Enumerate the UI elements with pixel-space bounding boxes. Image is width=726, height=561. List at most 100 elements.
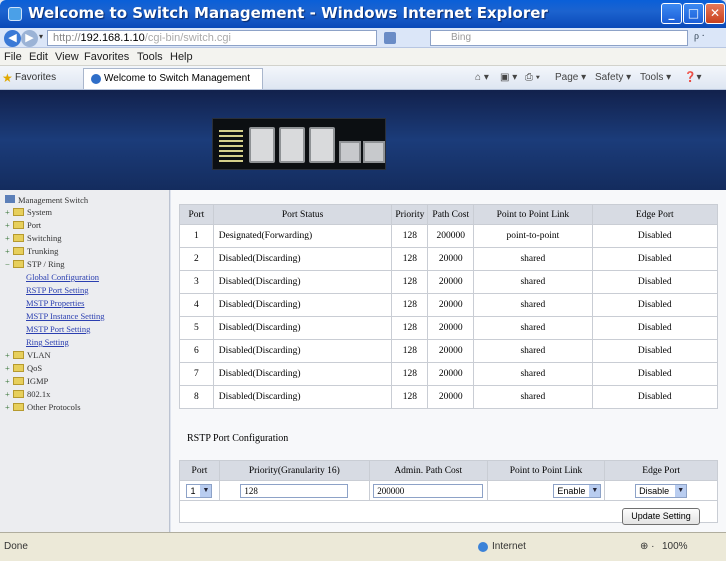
sidebar-item-label: Port [27, 220, 42, 230]
priority-input[interactable]: 128 [240, 483, 349, 498]
search-input[interactable]: Bing [430, 30, 688, 46]
expand-icon[interactable]: + [5, 233, 13, 243]
sidebar-link-ring-setting[interactable]: Ring Setting [26, 337, 69, 347]
back-arrow-icon[interactable]: ◀ [4, 30, 21, 47]
cell-port-status: Disabled(Discarding) [212, 339, 393, 363]
expand-icon[interactable]: + [5, 350, 13, 360]
favorites-bar: ★ Favorites Welcome to Switch Management… [0, 66, 726, 90]
cell-port: 4 [179, 293, 214, 317]
cell-p2p: point-to-point [473, 224, 593, 248]
close-button[interactable]: ✕ [705, 3, 725, 24]
path-cost-input[interactable]: 200000 [373, 483, 484, 498]
table-row: 3 Disabled(Discarding) 128 20000 shared Disab… [179, 270, 719, 294]
cfg-port-cell: 1 ▼ [179, 480, 220, 501]
menu-file[interactable]: File [4, 51, 22, 63]
history-dropdown-icon[interactable]: ▾ [39, 32, 43, 41]
menu-favorites[interactable]: Favorites [84, 51, 129, 63]
minimize-button[interactable]: _ [661, 3, 682, 24]
menu-tools[interactable]: Tools [137, 51, 163, 63]
safety-menu[interactable]: Safety ▾ [595, 72, 631, 83]
folder-icon [13, 221, 24, 229]
cell-edge-port: Disabled [591, 270, 719, 294]
window-title-bar: Welcome to Switch Management - Windows I… [0, 0, 726, 28]
forward-arrow-icon[interactable]: ▶ [21, 30, 38, 47]
sidebar-item-stp-ring[interactable]: − STP / Ring [5, 259, 64, 269]
port-select[interactable]: 1 ▼ [186, 483, 213, 498]
sidebar-item-system[interactable]: + System [5, 207, 52, 217]
cell-priority: 128 [391, 293, 429, 317]
sidebar-link-mstp-properties[interactable]: MSTP Properties [26, 298, 84, 308]
table-row: 4 Disabled(Discarding) 128 20000 shared Disab… [179, 293, 719, 317]
security-zone: Internet [492, 541, 526, 552]
sidebar-item-other-protocols[interactable]: + Other Protocols [5, 402, 81, 412]
favorites-star-icon[interactable]: ★ [2, 71, 13, 86]
cell-path-cost: 20000 [427, 362, 475, 386]
sidebar-item-qos[interactable]: + QoS [5, 363, 42, 373]
home-icon[interactable]: ⌂ ▾ [475, 72, 489, 83]
page-menu[interactable]: Page ▾ [555, 72, 586, 83]
browser-tab[interactable]: Welcome to Switch Management [83, 68, 263, 89]
p2p-select[interactable]: Enable ▼ [553, 483, 602, 498]
section-title-rstp-config: RSTP Port Configuration [187, 433, 289, 444]
cell-port-status: Disabled(Discarding) [212, 316, 393, 340]
menu-view[interactable]: View [55, 51, 79, 63]
search-icon[interactable]: ρ · [694, 31, 720, 45]
dropdown-arrow-icon: ▼ [675, 484, 687, 497]
url-input[interactable]: http://192.168.1.10/cgi-bin/switch.cgi [47, 30, 377, 46]
zoom-icon[interactable]: ⊕ · [640, 541, 655, 552]
cell-port: 2 [179, 247, 214, 271]
cell-edge-port: Disabled [591, 316, 719, 340]
sidebar-link-global-configuration[interactable]: Global Configuration [26, 272, 99, 282]
sidebar-link-mstp-instance-setting[interactable]: MSTP Instance Setting [26, 311, 105, 321]
sidebar-item-switching[interactable]: + Switching [5, 233, 61, 243]
favorites-label[interactable]: Favorites [15, 72, 56, 83]
feeds-icon[interactable]: ▣ ▾ [500, 72, 517, 83]
expand-icon[interactable]: + [5, 376, 13, 386]
tools-menu[interactable]: Tools ▾ [640, 72, 671, 83]
cell-priority: 128 [391, 224, 429, 248]
menu-help[interactable]: Help [170, 51, 193, 63]
computer-icon [5, 195, 15, 203]
print-icon[interactable]: ⎙ ▾ [525, 72, 540, 83]
help-icon[interactable]: ❓▾ [684, 72, 701, 83]
expand-icon[interactable]: + [5, 220, 13, 230]
collapse-icon[interactable]: − [5, 259, 13, 269]
cell-priority: 128 [391, 385, 429, 409]
expand-icon[interactable]: + [5, 402, 13, 412]
edge-select[interactable]: Disable ▼ [635, 483, 688, 498]
menu-edit[interactable]: Edit [29, 51, 48, 63]
folder-icon [13, 351, 24, 359]
zoom-level[interactable]: 100% [662, 541, 688, 552]
sidebar-item-8021x[interactable]: +802.1x [5, 389, 50, 399]
address-bar-row: ◀ ▶ ▾ http://192.168.1.10/cgi-bin/switch… [0, 28, 726, 48]
sfp-port [339, 141, 361, 163]
url-path: /cgi-bin/switch.cgi [144, 32, 231, 44]
sidebar-item-port[interactable]: + Port [5, 220, 41, 230]
sidebar-item-trunking[interactable]: + Trunking [5, 246, 58, 256]
cell-priority: 128 [391, 270, 429, 294]
switch-device-image [212, 118, 386, 170]
sidebar-link-mstp-port-setting[interactable]: MSTP Port Setting [26, 324, 90, 334]
tree-root[interactable]: Management Switch [5, 195, 88, 205]
cell-edge-port: Disabled [591, 247, 719, 271]
url-host: 192.168.1.10 [80, 32, 145, 44]
cfg-p2p-header: Point to Point Link [486, 460, 606, 481]
expand-icon[interactable]: + [5, 363, 13, 373]
cell-path-cost: 20000 [427, 270, 475, 294]
window-title: Welcome to Switch Management - Windows I… [28, 4, 548, 22]
expand-icon[interactable]: + [5, 389, 13, 399]
globe-icon [478, 542, 488, 552]
sidebar-item-igmp[interactable]: + IGMP [5, 376, 48, 386]
expand-icon[interactable]: + [5, 207, 13, 217]
update-setting-button[interactable]: Update Setting [622, 508, 700, 525]
expand-icon[interactable]: + [5, 246, 13, 256]
cell-edge-port: Disabled [591, 385, 719, 409]
maximize-button[interactable]: □ [683, 3, 704, 24]
sidebar-item-vlan[interactable]: + VLAN [5, 350, 51, 360]
cell-port-status: Disabled(Discarding) [212, 293, 393, 317]
sidebar-link-rstp-port-setting[interactable]: RSTP Port Setting [26, 285, 89, 295]
col-p2p-header: Point to Point Link [473, 204, 593, 225]
cell-p2p: shared [473, 339, 593, 363]
cell-port-status: Disabled(Discarding) [212, 270, 393, 294]
refresh-icon[interactable] [384, 32, 396, 44]
